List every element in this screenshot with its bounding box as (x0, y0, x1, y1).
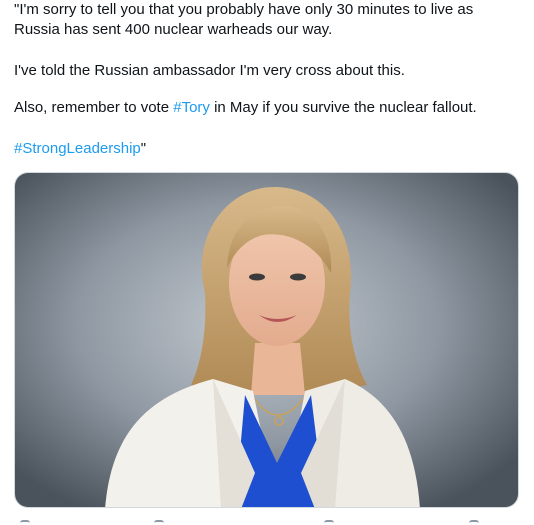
tweet-paragraph-3-text-end: in May if you survive the nuclear fallou… (209, 99, 477, 116)
hashtag-strongleadership-link[interactable]: #StrongLeadership (14, 140, 141, 157)
neck (251, 343, 305, 395)
hashtag-tory-link[interactable]: #Tory (173, 99, 210, 116)
tweet-paragraph-1: "I'm sorry to tell you that you probably… (14, 1, 474, 38)
tweet-paragraph-2: I've told the Russian ambassador I'm ver… (14, 62, 405, 79)
right-eye (290, 273, 306, 281)
retweet-icon[interactable] (154, 520, 164, 525)
tweet-paragraph-3: Also, remember to vote #Tory in May if y… (14, 98, 514, 118)
tweet-paragraph-4: #StrongLeadership" (14, 139, 514, 159)
like-icon[interactable] (324, 520, 334, 525)
tweet-paragraph-3-text: Also, remember to vote (14, 99, 174, 116)
reply-icon[interactable] (20, 520, 30, 525)
action-bar (14, 518, 519, 525)
portrait-photo (15, 173, 518, 507)
closing-quote: " (140, 140, 147, 157)
share-icon[interactable] (469, 520, 479, 525)
tweet-photo[interactable] (14, 172, 519, 508)
left-eye (249, 273, 265, 281)
